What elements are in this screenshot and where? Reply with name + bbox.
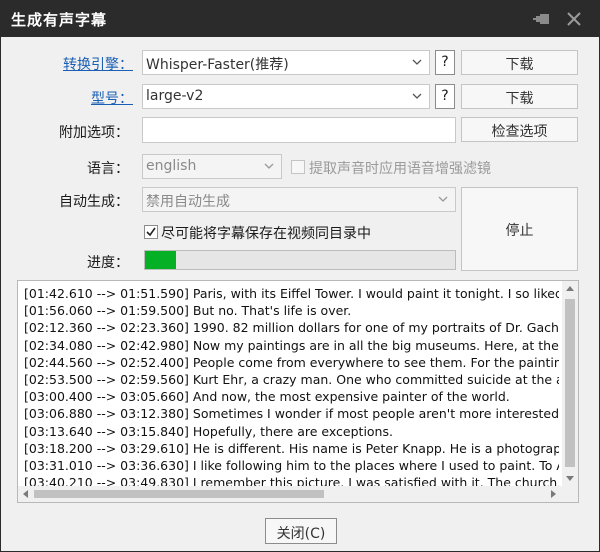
vertical-scroll-thumb[interactable]	[565, 299, 575, 467]
log-line: [02:12.360 --> 02:23.360] 1990. 82 milli…	[24, 320, 559, 336]
speech-enhance-checkbox[interactable]	[291, 160, 305, 174]
log-line: [02:34.080 --> 02:42.980] Now my paintin…	[24, 337, 559, 353]
stop-button[interactable]: 停止	[461, 187, 578, 271]
log-line: [03:06.880 --> 03:12.380] Sometimes I wo…	[24, 406, 559, 422]
engine-select-value: Whisper-Faster(推荐)	[146, 57, 289, 73]
close-button[interactable]: 关闭(C)	[265, 518, 337, 544]
log-line: [03:18.200 --> 03:29.610] He is differen…	[24, 440, 559, 456]
model-download-button[interactable]: 下载	[461, 84, 578, 109]
log-line: [03:31.010 --> 03:36.630] I like followi…	[24, 458, 559, 474]
log-output[interactable]: [01:42.610 --> 01:51.590] Paris, with it…	[17, 280, 579, 503]
engine-label-link[interactable]: 转换引擎：	[13, 54, 133, 74]
engine-select[interactable]: Whisper-Faster(推荐)	[142, 50, 430, 75]
log-line: [02:44.560 --> 02:52.400] People come fr…	[24, 354, 559, 370]
speech-enhance-label: 提取声音时应用语音增强滤镜	[309, 161, 491, 177]
dialog-window: 生成有声字幕 转换引擎： Whisper-Faster(推荐) ? 下载 型号：…	[0, 0, 600, 552]
model-select[interactable]: large-v2	[142, 84, 430, 109]
engine-help-button[interactable]: ?	[435, 50, 455, 75]
pin-icon[interactable]	[533, 9, 553, 29]
close-icon[interactable]	[564, 9, 584, 29]
horizontal-scrollbar[interactable]	[18, 486, 562, 502]
scroll-corner	[562, 486, 578, 502]
progress-bar	[144, 250, 456, 270]
vertical-scrollbar[interactable]	[562, 281, 578, 487]
progress-fill	[145, 251, 176, 269]
model-select-value: large-v2	[146, 88, 204, 104]
language-select[interactable]: english	[142, 154, 282, 179]
extra-options-label: 附加选项：	[59, 125, 129, 141]
chevron-down-icon	[412, 59, 422, 65]
log-line: [03:13.640 --> 03:15.840] Hopefully, the…	[24, 423, 393, 439]
language-select-value: english	[146, 158, 197, 174]
log-line: [01:42.610 --> 01:51.590] Paris, with it…	[24, 286, 559, 301]
save-same-dir-label: 尽可能将字幕保存在视频同目录中	[161, 226, 371, 242]
save-same-dir-checkbox[interactable]	[144, 225, 158, 239]
extra-options-input[interactable]	[142, 117, 456, 143]
scroll-left-icon[interactable]	[21, 489, 31, 499]
window-title: 生成有声字幕	[11, 11, 108, 29]
chevron-down-icon	[438, 196, 448, 202]
log-line: [01:56.060 --> 01:59.500] But no. That's…	[24, 303, 352, 319]
scroll-down-icon[interactable]	[565, 473, 575, 483]
model-label-link[interactable]: 型号：	[13, 88, 133, 108]
checkmark-icon	[146, 227, 156, 237]
check-options-button[interactable]: 检查选项	[461, 117, 578, 142]
engine-download-button[interactable]: 下载	[461, 50, 578, 75]
log-line: [03:00.400 --> 03:05.660] And now, the m…	[24, 389, 510, 405]
chevron-down-icon	[412, 93, 422, 99]
chevron-down-icon	[264, 163, 274, 169]
auto-generate-label: 自动生成：	[59, 194, 129, 210]
progress-label: 进度：	[87, 255, 129, 271]
auto-generate-select[interactable]: 禁用自动生成	[142, 187, 456, 212]
language-label: 语言：	[87, 161, 129, 177]
auto-generate-select-value: 禁用自动生成	[146, 194, 230, 210]
model-help-button[interactable]: ?	[435, 84, 455, 109]
title-bar: 生成有声字幕	[1, 1, 599, 37]
horizontal-scroll-thumb[interactable]	[34, 490, 324, 498]
log-line: [02:53.500 --> 02:59.560] Kurt Ehr, a cr…	[24, 372, 559, 388]
scroll-right-icon[interactable]	[548, 489, 558, 499]
log-lines: [01:42.610 --> 01:51.590] Paris, with it…	[24, 285, 559, 487]
scroll-up-icon[interactable]	[565, 284, 575, 294]
